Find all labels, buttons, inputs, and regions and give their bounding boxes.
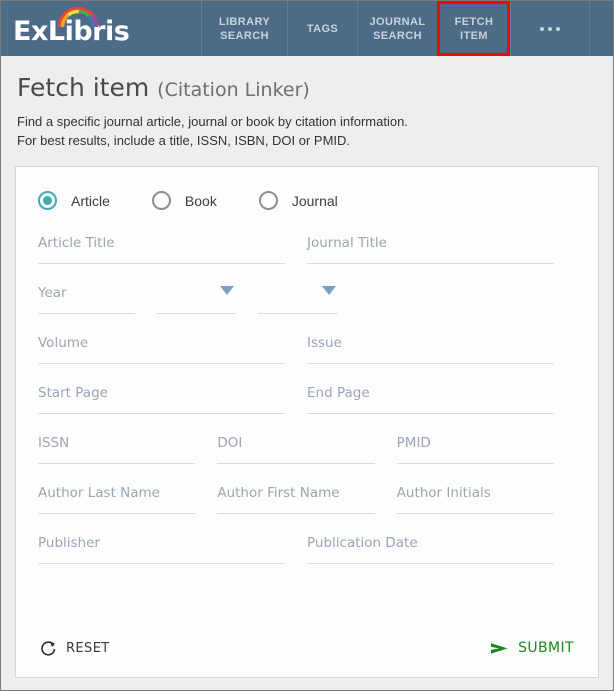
- logo[interactable]: ExLibris: [1, 1, 201, 56]
- placeholder-journal-title: Journal Title: [307, 235, 387, 251]
- resource-type-radio-group: Article Book Journal: [16, 167, 598, 220]
- nav-item-library-search[interactable]: LIBRARY SEARCH: [201, 1, 287, 56]
- send-arrow-icon: [491, 642, 508, 654]
- placeholder-doi: DOI: [217, 435, 243, 451]
- description-line-2: For best results, include a title, ISSN,…: [17, 132, 351, 148]
- placeholder-end-page: End Page: [307, 385, 370, 401]
- description-line-1: Find a specific journal article, journal…: [17, 113, 408, 129]
- refresh-circular-arrow-icon: [41, 640, 56, 656]
- nav-item-journal-search[interactable]: JOURNAL SEARCH: [357, 1, 437, 56]
- radio-label-article: Article: [71, 192, 110, 209]
- field-author-last-name[interactable]: Author Last Name: [38, 484, 196, 514]
- radio-option-book[interactable]: Book: [151, 191, 217, 210]
- app-window: ExLibris LIBRARY SEARCH TAGS JOURNAL SEA…: [0, 0, 614, 691]
- field-year[interactable]: Year: [38, 284, 135, 314]
- field-row-titles: Article Title Journal Title: [38, 234, 576, 284]
- field-journal-title[interactable]: Journal Title: [307, 234, 554, 264]
- field-end-page[interactable]: End Page: [307, 384, 554, 414]
- placeholder-author-initials: Author Initials: [396, 485, 491, 501]
- radio-label-book: Book: [184, 192, 217, 209]
- field-row-publisher: Publisher Publication Date: [38, 534, 576, 584]
- placeholder-volume: Volume: [38, 335, 89, 351]
- main-nav: LIBRARY SEARCH TAGS JOURNAL SEARCH FETCH…: [201, 1, 613, 56]
- chevron-down-icon: [220, 286, 235, 295]
- radio-icon-journal: [258, 191, 278, 210]
- field-row-date-spacer: [360, 284, 576, 334]
- nav-label-journal-search: JOURNAL SEARCH: [369, 15, 426, 42]
- chevron-down-icon: [322, 286, 337, 295]
- placeholder-publisher: Publisher: [38, 535, 100, 551]
- page-title: Fetch item (Citation Linker): [17, 74, 597, 102]
- card-footer: RESET SUBMIT: [16, 619, 598, 677]
- reset-button-label: RESET: [66, 640, 110, 656]
- nav-item-more-menu[interactable]: [510, 1, 590, 56]
- page-title-sub: (Citation Linker): [157, 79, 310, 101]
- nav-item-fetch-item[interactable]: FETCH ITEM: [437, 1, 510, 56]
- field-issue[interactable]: Issue: [307, 334, 554, 364]
- field-doi[interactable]: DOI: [217, 434, 375, 464]
- citation-form-card: Article Book Journal Article Title Journ…: [15, 166, 599, 678]
- field-pmid[interactable]: PMID: [396, 434, 554, 464]
- app-header: ExLibris LIBRARY SEARCH TAGS JOURNAL SEA…: [1, 1, 613, 56]
- page-description: Find a specific journal article, journal…: [17, 112, 597, 150]
- placeholder-author-first-name: Author First Name: [217, 485, 340, 501]
- submit-button-label: SUBMIT: [518, 640, 574, 656]
- card-area: Article Book Journal Article Title Journ…: [1, 166, 613, 690]
- placeholder-year: Year: [38, 285, 67, 301]
- nav-item-tags[interactable]: TAGS: [287, 1, 357, 56]
- field-month-select[interactable]: [156, 284, 237, 314]
- field-row-author: Author Last Name Author First Name Autho…: [38, 484, 576, 534]
- nav-label-tags: TAGS: [306, 22, 339, 35]
- page-title-main: Fetch item: [17, 73, 150, 102]
- placeholder-issn: ISSN: [38, 435, 70, 451]
- title-band: Fetch item (Citation Linker) Find a spec…: [1, 56, 613, 166]
- rainbow-arc-icon: [57, 6, 99, 28]
- placeholder-article-title: Article Title: [38, 235, 115, 251]
- placeholder-start-page: Start Page: [38, 385, 108, 401]
- field-author-first-name[interactable]: Author First Name: [217, 484, 375, 514]
- field-author-initials[interactable]: Author Initials: [396, 484, 554, 514]
- placeholder-author-last-name: Author Last Name: [38, 485, 160, 501]
- field-row-identifiers: ISSN DOI PMID: [38, 434, 576, 484]
- field-publication-date[interactable]: Publication Date: [307, 534, 554, 564]
- ellipsis-icon: [540, 26, 560, 31]
- nav-label-fetch-item: FETCH ITEM: [454, 15, 494, 42]
- field-day-select[interactable]: [258, 284, 339, 314]
- field-publisher[interactable]: Publisher: [38, 534, 285, 564]
- field-volume[interactable]: Volume: [38, 334, 285, 364]
- radio-icon-article: [38, 191, 57, 210]
- placeholder-issue: Issue: [307, 335, 342, 351]
- radio-option-journal[interactable]: Journal: [258, 191, 338, 210]
- reset-button[interactable]: RESET: [40, 640, 110, 657]
- nav-label-library-search: LIBRARY SEARCH: [218, 15, 271, 42]
- radio-icon-book: [151, 191, 171, 210]
- field-article-title[interactable]: Article Title: [38, 234, 285, 264]
- field-row-date: Year: [38, 284, 576, 334]
- placeholder-publication-date: Publication Date: [307, 535, 418, 551]
- radio-option-article[interactable]: Article: [38, 191, 110, 210]
- citation-fields: Article Title Journal Title Year Volume …: [16, 220, 598, 619]
- submit-button[interactable]: SUBMIT: [490, 640, 574, 656]
- field-row-pages: Start Page End Page: [38, 384, 576, 434]
- field-start-page[interactable]: Start Page: [38, 384, 285, 414]
- placeholder-pmid: PMID: [396, 435, 431, 451]
- field-issn[interactable]: ISSN: [38, 434, 196, 464]
- radio-label-journal: Journal: [291, 192, 338, 209]
- field-row-volume-issue: Volume Issue: [38, 334, 576, 384]
